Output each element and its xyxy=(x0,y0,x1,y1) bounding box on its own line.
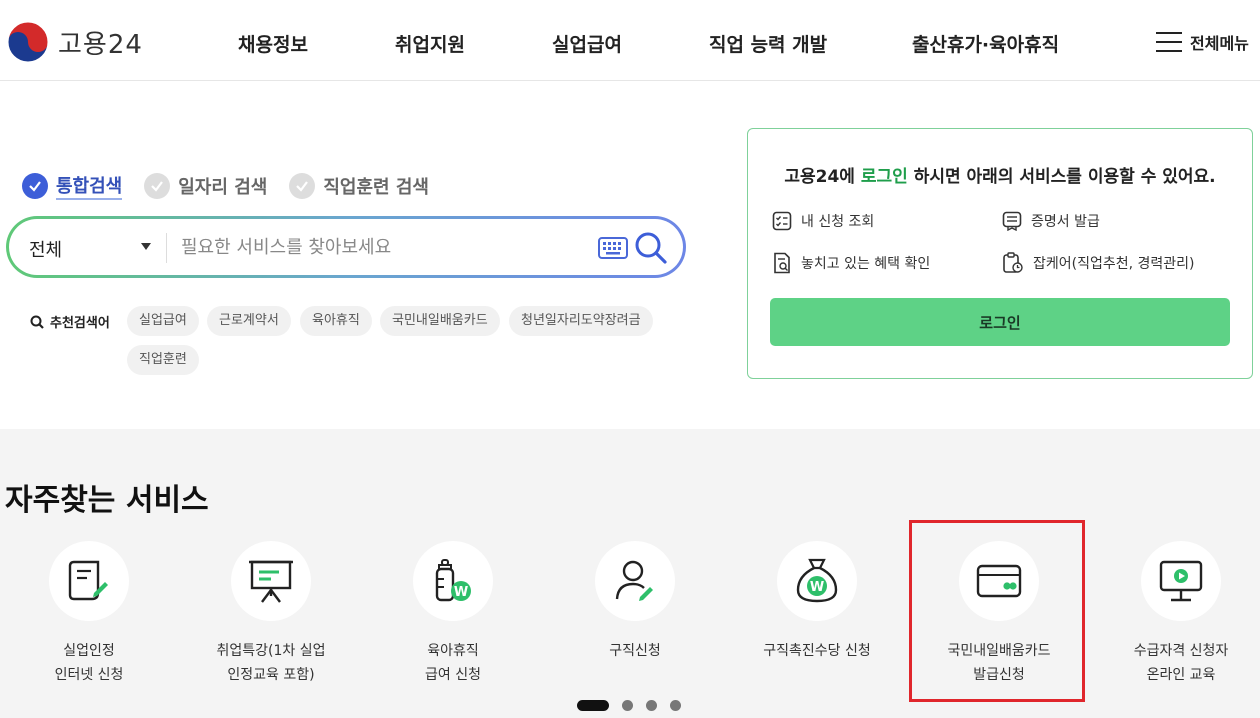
search-scope-select[interactable]: 전체 xyxy=(29,236,62,262)
check-circle-icon xyxy=(144,173,171,199)
nav-item-employment-support[interactable]: 취업지원 xyxy=(395,30,465,57)
login-card: 고용24에 로그인 하시면 아래의 서비스를 이용할 수 있어요. 내 신청 조… xyxy=(747,128,1253,379)
search-tabs: 통합검색 일자리 검색 직업훈련 검색 xyxy=(22,172,451,200)
service-icon-circle: W xyxy=(413,541,493,621)
search-input[interactable] xyxy=(181,229,581,265)
nav-item-unemployment-benefits[interactable]: 실업급여 xyxy=(552,30,622,57)
title-suffix: 하시면 아래의 서비스를 이용할 수 있어요. xyxy=(907,167,1216,187)
service-card-label: 구직촉진수당 신청 xyxy=(763,643,871,659)
nav-item-jobs[interactable]: 채용정보 xyxy=(238,30,308,57)
tab-job-search[interactable]: 일자리 검색 xyxy=(144,173,267,199)
service-card-label: 구직신청 xyxy=(609,643,661,659)
hamburger-icon xyxy=(1156,32,1182,52)
pagination-dot-4[interactable] xyxy=(670,700,681,711)
keyword-chip[interactable]: 청년일자리도약장려금 xyxy=(509,306,653,336)
service-icon-circle xyxy=(49,541,129,621)
svg-text:W: W xyxy=(454,585,468,600)
tab-integrated-search[interactable]: 통합검색 xyxy=(22,172,123,200)
pagination-dot-3[interactable] xyxy=(646,700,657,711)
clipboard-clock-icon xyxy=(1003,252,1023,273)
service-missed-benefits[interactable]: 놓치고 있는 혜택 확인 xyxy=(772,252,930,274)
tab-label: 통합검색 xyxy=(56,172,123,200)
tab-training-search[interactable]: 직업훈련 검색 xyxy=(289,173,429,199)
document-search-icon xyxy=(774,252,790,274)
keyword-chip[interactable]: 직업훈련 xyxy=(127,345,199,375)
keyword-chip[interactable]: 육아휴직 xyxy=(300,306,372,336)
service-label: 증명서 발급 xyxy=(1031,214,1100,230)
chevron-down-icon[interactable] xyxy=(141,243,151,250)
person-pen-icon xyxy=(615,560,653,601)
login-button[interactable]: 로그인 xyxy=(770,298,1230,346)
service-label: 내 신청 조회 xyxy=(801,214,875,230)
checklist-icon xyxy=(772,211,792,231)
presentation-board-icon xyxy=(249,560,293,603)
search-icon[interactable] xyxy=(634,231,668,265)
svg-text:W: W xyxy=(810,580,824,595)
service-card-unemployment-certification[interactable]: 실업인정 인터넷 신청 xyxy=(0,541,179,687)
service-card-label: 실업인정 인터넷 신청 xyxy=(54,643,124,683)
certificate-icon xyxy=(1002,211,1022,231)
pagination-dot-1[interactable] xyxy=(577,700,609,711)
tab-label: 직업훈련 검색 xyxy=(323,177,429,198)
login-card-title: 고용24에 로그인 하시면 아래의 서비스를 이용할 수 있어요. xyxy=(748,162,1252,187)
search-icon xyxy=(30,315,44,329)
all-menu-button[interactable]: 전체메뉴 xyxy=(1156,30,1249,54)
service-card-job-promotion-allowance[interactable]: W 구직촉진수당 신청 xyxy=(727,541,907,663)
logo-text: 고용24 xyxy=(58,29,143,60)
service-card-label: 취업특강(1차 실업 인정교육 포함) xyxy=(216,643,326,683)
virtual-keyboard-icon[interactable] xyxy=(598,237,628,259)
section-title: 자주찾는 서비스 xyxy=(5,483,209,518)
service-icon-circle xyxy=(595,541,675,621)
search-bar: 전체 xyxy=(6,216,686,278)
site-header: 고용24 채용정보 취업지원 실업급여 직업 능력 개발 출산휴가·육아휴직 전… xyxy=(0,0,1260,81)
baby-bottle-won-icon: W xyxy=(435,559,471,602)
keyword-chip[interactable]: 국민내일배움카드 xyxy=(380,306,500,336)
recommended-label-text: 추천검색어 xyxy=(50,316,110,331)
service-card-label: 육아휴직 급여 신청 xyxy=(425,643,481,683)
service-card-online-education[interactable]: 수급자격 신청자 온라인 교육 xyxy=(1091,541,1260,687)
service-card-job-seeking-application[interactable]: 구직신청 xyxy=(545,541,725,663)
service-my-applications[interactable]: 내 신청 조회 xyxy=(772,211,874,231)
carousel-pagination xyxy=(577,700,681,711)
taegeuk-logo-icon xyxy=(7,21,49,63)
service-jobcare[interactable]: 잡케어(직업추천, 경력관리) xyxy=(1002,252,1195,274)
receipt-pen-icon xyxy=(68,560,108,601)
service-card-label: 수급자격 신청자 온라인 교육 xyxy=(1133,643,1229,683)
recommended-label: 추천검색어 xyxy=(30,312,110,331)
divider xyxy=(166,233,167,263)
service-card-employment-lecture[interactable]: 취업특강(1차 실업 인정교육 포함) xyxy=(181,541,361,687)
frequent-services-section: 자주찾는 서비스 실업인정 인터넷 신청 취업특강(1차 실업 인정교육 포함)… xyxy=(0,429,1260,718)
tab-label: 일자리 검색 xyxy=(178,177,268,198)
search-bar-inner: 전체 xyxy=(9,219,683,275)
service-card-parental-leave-benefit[interactable]: W 육아휴직 급여 신청 xyxy=(363,541,543,687)
monitor-play-icon xyxy=(1159,560,1203,602)
keyword-chip[interactable]: 근로계약서 xyxy=(207,306,291,336)
title-prefix: 고용24에 xyxy=(784,167,861,187)
money-bag-won-icon: W xyxy=(796,558,838,603)
site-logo[interactable]: 고용24 xyxy=(6,20,143,64)
service-label: 놓치고 있는 혜택 확인 xyxy=(801,256,931,272)
nav-item-parental-leave[interactable]: 출산휴가·육아휴직 xyxy=(912,30,1059,57)
service-icon-circle xyxy=(1141,541,1221,621)
check-circle-icon xyxy=(289,173,316,199)
check-circle-icon xyxy=(22,173,48,199)
service-certificate[interactable]: 증명서 발급 xyxy=(1002,211,1100,231)
service-label: 잡케어(직업추천, 경력관리) xyxy=(1033,256,1195,272)
keyword-chip[interactable]: 실업급여 xyxy=(127,306,199,336)
service-icon-circle: W xyxy=(777,541,857,621)
service-icon-circle xyxy=(231,541,311,621)
pagination-dot-2[interactable] xyxy=(622,700,633,711)
all-menu-label: 전체메뉴 xyxy=(1190,34,1249,53)
nav-item-vocational-training[interactable]: 직업 능력 개발 xyxy=(709,30,827,57)
highlight-box xyxy=(909,520,1085,702)
title-login-highlight: 로그인 xyxy=(860,167,908,187)
